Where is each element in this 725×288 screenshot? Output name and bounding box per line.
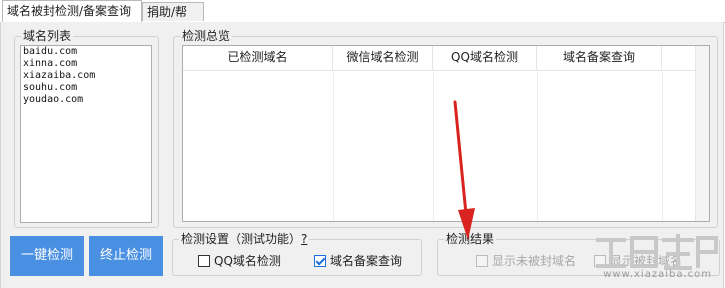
stop-check-button[interactable]: 终止检测 xyxy=(89,236,163,276)
overview-title: 检测总览 xyxy=(182,29,231,43)
settings-title: 检测设置（测试功能） xyxy=(181,232,302,246)
show-unblocked-option: 显示未被封域名 xyxy=(476,252,576,269)
settings-help-link[interactable]: ? xyxy=(301,232,307,246)
qq-check-label: QQ域名检测 xyxy=(214,254,281,268)
start-check-button[interactable]: 一键检测 xyxy=(10,236,84,276)
show-unblocked-label: 显示未被封域名 xyxy=(492,254,577,268)
qq-check-checkbox[interactable] xyxy=(198,254,210,267)
domain-list-title: 域名列表 xyxy=(23,29,72,43)
tab-bar: 域名被封检测/备案查询 捐助/帮助 xyxy=(0,0,725,37)
column-icp-query[interactable]: 域名备案查询 xyxy=(537,46,662,70)
domain-list-textarea[interactable]: baidu.com xinna.com xiazaiba.com souhu.c… xyxy=(20,45,152,223)
domain-item: souhu.com xyxy=(23,82,78,93)
overview-table[interactable]: 已检测域名 微信域名检测 QQ域名检测 域名备案查询 xyxy=(182,45,710,222)
vertical-scrollbar[interactable] xyxy=(695,46,709,221)
icp-query-label: 域名备案查询 xyxy=(330,254,403,268)
show-blocked-option: 显示被封域名 xyxy=(594,252,682,269)
show-blocked-label: 显示被封域名 xyxy=(610,254,683,268)
column-checked-domain[interactable]: 已检测域名 xyxy=(183,46,333,70)
show-blocked-checkbox[interactable] xyxy=(594,254,606,267)
domain-item: xiazaiba.com xyxy=(23,70,96,81)
column-wechat-check[interactable]: 微信域名检测 xyxy=(333,46,433,70)
domain-item: youdao.com xyxy=(23,94,84,105)
column-divider xyxy=(333,70,334,221)
qq-check-option[interactable]: QQ域名检测 xyxy=(198,252,281,269)
tab-domain-check[interactable]: 域名被封检测/备案查询 xyxy=(2,0,142,23)
domain-item: baidu.com xyxy=(23,46,78,57)
column-divider xyxy=(433,70,434,221)
column-divider xyxy=(662,70,663,221)
table-header: 已检测域名 微信域名检测 QQ域名检测 域名备案查询 xyxy=(183,46,697,71)
show-unblocked-checkbox[interactable] xyxy=(476,254,488,267)
column-qq-check[interactable]: QQ域名检测 xyxy=(433,46,537,70)
icp-query-option[interactable]: 域名备案查询 xyxy=(314,252,402,269)
domain-item: xinna.com xyxy=(23,58,78,69)
tab-donate-help[interactable]: 捐助/帮助 xyxy=(142,2,204,37)
results-title: 检测结果 xyxy=(446,232,495,246)
settings-legend: 检测设置（测试功能）? xyxy=(179,233,309,245)
icp-query-checkbox[interactable] xyxy=(314,254,326,267)
column-divider xyxy=(537,70,538,221)
